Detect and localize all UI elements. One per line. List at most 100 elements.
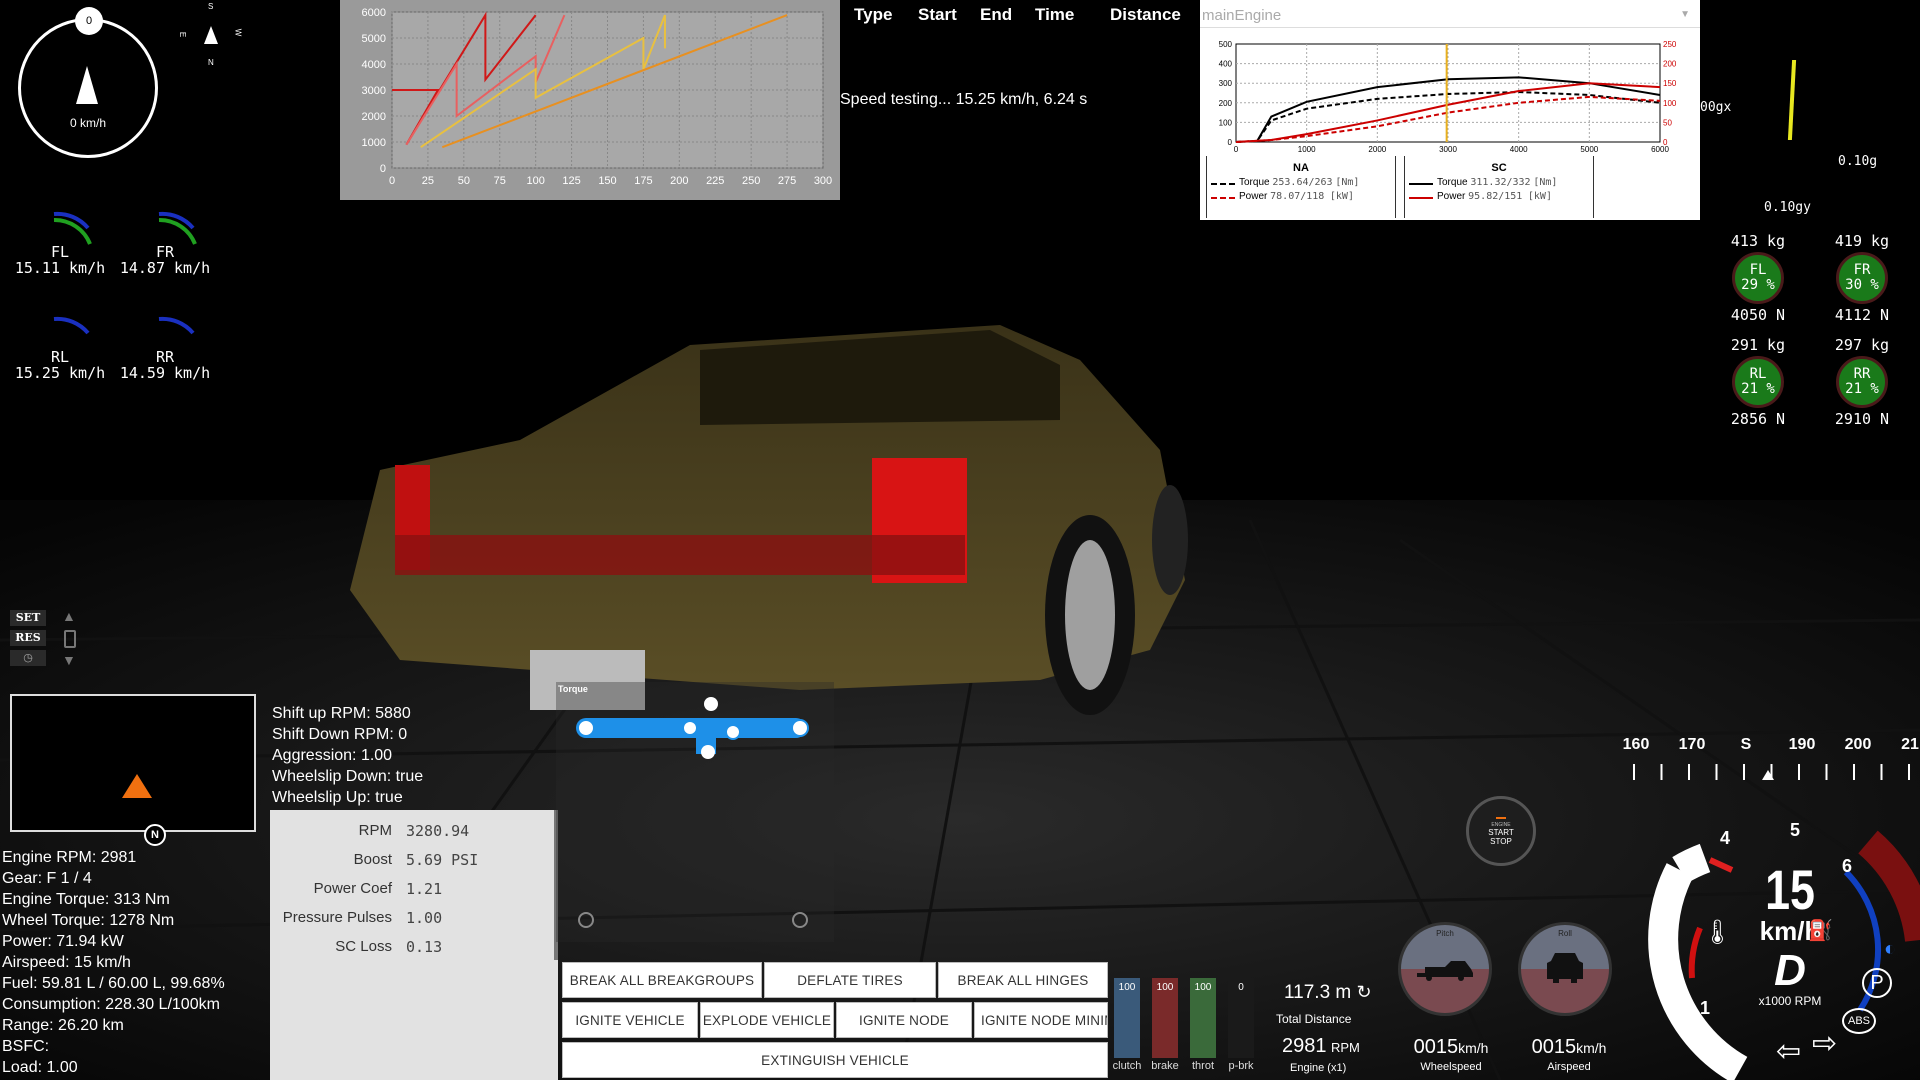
ignite-vehicle-button[interactable]: IGNITE VEHICLE (562, 1002, 698, 1038)
cruise-toggle-icon[interactable] (64, 630, 76, 648)
shift-rpm-chart: 6000 5000 4000 3000 2000 1000 00 25 50 75 100 125 15… (362, 7, 833, 187)
trip-distance: 117.3 m ↻ (1284, 982, 1372, 1003)
extinguish-vehicle-button[interactable]: EXTINGUISH VEHICLE (562, 1042, 1108, 1078)
engine-rpm-label: Engine (x1) (1290, 1062, 1347, 1074)
wheel-speed-fl: FL 15.11 km/h (10, 210, 110, 280)
turn-right-icon[interactable]: ⇨ (1812, 1026, 1837, 1061)
pedal-clutch: 100 (1114, 978, 1140, 1058)
wheel-load-fl: 413 kg FL 29 % 4050 N (1708, 232, 1808, 324)
minimap[interactable]: N (10, 694, 256, 846)
deflate-tires-button[interactable]: DEFLATE TIRES (764, 962, 936, 998)
compass-speed: 0 km/h (69, 116, 106, 130)
dyno-y-tick: 300 (1219, 79, 1233, 88)
vehicle-model[interactable] (350, 325, 1188, 715)
shift-graph-x-tick: 0 (389, 175, 395, 187)
abs-icon: ABS (1842, 1008, 1876, 1034)
shift-graph-y-tick: 6000 (362, 7, 386, 19)
pedal-value: 100 (1118, 982, 1136, 993)
col-end: End (980, 5, 1013, 24)
engine-info-line: Airspeed: 15 km/h (2, 954, 131, 971)
pedal-label: p-brk (1228, 1060, 1254, 1072)
wheel-load-newton: 2856 N (1730, 410, 1786, 428)
minimap-north-badge: N (144, 824, 166, 846)
dyno-y-tick: 0 (1228, 138, 1233, 147)
pedal-p-brk: 0 (1228, 978, 1254, 1058)
tach-tick-1: 1 (1700, 998, 1711, 1018)
shift-graph-x-tick: 50 (458, 175, 470, 187)
break-hinges-button[interactable]: BREAK ALL HINGES (938, 962, 1108, 998)
wheel-speed-value: 15.25 km/h (14, 364, 106, 382)
cruise-speed-icon[interactable]: ◷ (10, 650, 46, 666)
compass-arrow-icon (76, 66, 98, 104)
tach-tick-5: 5 (1790, 820, 1801, 840)
dyno-x-tick: 0 (1234, 145, 1239, 154)
engine-info-line: Gear: F 1 / 4 (2, 870, 92, 887)
fuel-icon: ⛽ (1808, 920, 1833, 942)
pedal-value: 100 (1156, 982, 1174, 993)
wheel-load-kg: 413 kg (1730, 232, 1786, 250)
pedal-label: brake (1151, 1060, 1179, 1072)
cruise-control: SET RES ◷ ▲ ▼ (10, 608, 90, 674)
engine-start-stop-button[interactable]: ENGINE START STOP (1466, 796, 1536, 866)
cluster-speed: 15 (1765, 858, 1815, 921)
supercharger-row: Boost 5.69 PSI (353, 850, 479, 869)
dyno-y-tick: 500 (1219, 40, 1233, 49)
cruise-up-icon[interactable]: ▲ (62, 608, 76, 624)
compass-widget: 0 0 km/h (18, 7, 158, 158)
shift-graph-y-tick: 1000 (362, 137, 386, 149)
chevron-down-icon: ▼ (1680, 9, 1690, 20)
shift-graph-y-tick: 2000 (362, 111, 386, 123)
ignite-node-minimal-button[interactable]: IGNITE NODE MINIMAL (974, 1002, 1108, 1038)
speed-test-status: Speed testing... 15.25 km/h, 6.24 s (840, 91, 1088, 108)
engine-info-line: Engine RPM: 2981 (2, 849, 137, 866)
cruise-down-icon[interactable]: ▼ (62, 652, 76, 668)
heading-tape-ticks (1633, 764, 1910, 780)
wheel-load-newton: 4050 N (1730, 306, 1786, 324)
shift-graph-x-tick: 275 (778, 175, 796, 187)
mini-compass-arrow-icon (204, 26, 218, 44)
shift-graph-y-tick: 3000 (362, 85, 386, 97)
engine-info-line: BSFC: (2, 1038, 50, 1055)
wheel-speed-value: 14.87 km/h (119, 259, 211, 277)
dyno-y-tick: 200 (1219, 99, 1233, 108)
shift-graph-x-tick: 300 (814, 175, 832, 187)
wheelspeed-readout: 0015km/h Wheelspeed (1413, 1036, 1489, 1073)
wheel-load-circle: FL 29 % (1732, 252, 1784, 304)
transmission-info: Shift up RPM: 5880 Shift Down RPM: 0 Aggre… (272, 703, 423, 808)
cruise-res-button[interactable]: RES (10, 630, 46, 646)
reset-icon[interactable]: ↻ (1357, 982, 1372, 1002)
ignite-node-button[interactable]: IGNITE NODE (836, 1002, 972, 1038)
shift-graph-x-tick: 125 (562, 175, 580, 187)
gforce-y-label: 0.10gy (1764, 200, 1811, 215)
shift-rpm-graph: 6000 5000 4000 3000 2000 1000 0 0 25 50 75 100 125 15… (340, 0, 840, 200)
wheel-load-fr: 419 kg FR 30 % 4112 N (1812, 232, 1912, 324)
engine-select[interactable]: mainEngine ▼ (1200, 7, 1700, 28)
turn-left-icon[interactable]: ⇦ (1776, 1034, 1801, 1069)
col-type: Type (854, 5, 893, 24)
wheel-load-kg: 297 kg (1834, 336, 1890, 354)
wheel-load-circle: RL 21 % (1732, 356, 1784, 408)
shift-graph-x-tick: 25 (422, 175, 434, 187)
explode-vehicle-button[interactable]: EXPLODE VEHICLE (700, 1002, 834, 1038)
dyno-legend-sc: SC Torque 311.32/332 [Nm] Power 95.82/15… (1404, 156, 1594, 218)
trip-distance-label: Total Distance (1276, 1012, 1352, 1026)
dyno-power-tick: 250 (1663, 40, 1677, 49)
parking-brake-icon: P (1862, 968, 1892, 998)
dyno-power-tick: 200 (1663, 60, 1677, 69)
cruise-set-button[interactable]: SET (10, 610, 46, 626)
powertrain-viewer[interactable]: Torque (556, 682, 834, 942)
break-breakgroups-button[interactable]: BREAK ALL BREAKGROUPS (562, 962, 762, 998)
engine-info-line: Range: 26.20 km (2, 1017, 124, 1034)
trip-panel: 117.3 m ↻ Total Distance 2981 RPM Engine… (1262, 970, 1412, 1080)
dyno-legend-na: NA Torque 253.64/263 [Nm] Power 78.07/11… (1206, 156, 1396, 218)
col-time: Time (1035, 5, 1075, 24)
cluster-rpm-label: x1000 RPM (1758, 994, 1822, 1008)
shift-graph-x-tick: 200 (670, 175, 688, 187)
powertrain-diagram (576, 697, 809, 928)
gforce-trace (1787, 60, 1797, 140)
pedal-value: 0 (1238, 982, 1244, 993)
dyno-y-tick: 400 (1219, 60, 1233, 69)
dyno-x-tick: 1000 (1298, 145, 1316, 154)
headlight-icon: ◐ (1884, 938, 1897, 960)
tach-tick-3: 3 (1672, 878, 1683, 898)
